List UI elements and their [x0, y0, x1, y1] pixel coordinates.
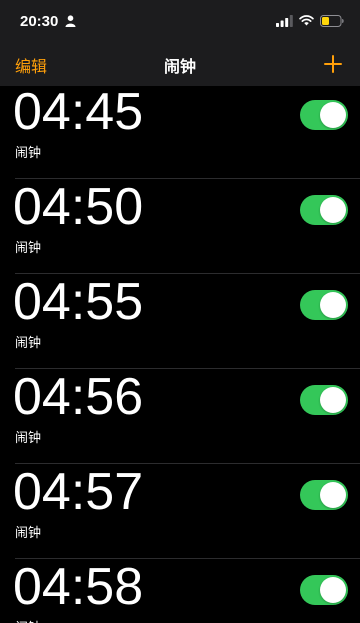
alarm-toggle[interactable] — [300, 575, 348, 605]
alarm-toggle[interactable] — [300, 385, 348, 415]
wifi-icon — [299, 15, 314, 26]
person-icon — [65, 15, 76, 27]
toggle-knob — [320, 387, 346, 413]
battery-icon — [320, 15, 344, 27]
status-bar: 20:30 — [0, 0, 360, 44]
page-title: 闹钟 — [163, 57, 196, 76]
nav-bar: 编辑 闹钟 — [0, 44, 360, 86]
alarm-time: 04:55 — [13, 273, 144, 331]
alarm-label: 闹钟 — [15, 146, 42, 161]
alarm-list: 04:45 闹钟 04:50 闹钟 04:55 闹钟 04:56 闹钟 04:5… — [0, 86, 360, 623]
toggle-knob — [320, 482, 346, 508]
alarm-label: 闹钟 — [15, 617, 41, 623]
alarm-time: 04:57 — [13, 463, 144, 521]
alarm-row[interactable]: 04:50 闹钟 — [0, 178, 360, 274]
alarm-time: 04:56 — [13, 368, 144, 426]
alarm-label: 闹钟 — [15, 241, 42, 256]
alarm-toggle[interactable] — [300, 480, 348, 510]
alarm-row[interactable]: 04:57 闹钟 — [0, 463, 360, 559]
plus-icon[interactable] — [323, 54, 343, 74]
toggle-knob — [320, 577, 346, 603]
toggle-knob — [320, 292, 346, 318]
alarm-toggle[interactable] — [300, 195, 348, 225]
alarm-label: 闹钟 — [15, 431, 42, 446]
alarm-row[interactable]: 04:58 闹钟 — [0, 558, 360, 623]
alarm-toggle[interactable] — [300, 100, 348, 130]
toggle-knob — [320, 197, 346, 223]
alarm-label: 闹钟 — [15, 526, 42, 541]
status-time: 20:30 — [20, 13, 59, 30]
alarm-time: 04:45 — [13, 86, 144, 141]
alarm-row[interactable]: 04:56 闹钟 — [0, 368, 360, 464]
alarm-label: 闹钟 — [15, 336, 42, 351]
alarm-row[interactable]: 04:45 闹钟 — [0, 86, 360, 179]
alarm-toggle[interactable] — [300, 290, 348, 320]
signal-icon — [276, 15, 293, 27]
alarm-time: 04:58 — [13, 558, 144, 616]
toggle-knob — [320, 102, 346, 128]
alarm-time: 04:50 — [13, 178, 144, 236]
alarm-row[interactable]: 04:55 闹钟 — [0, 273, 360, 369]
